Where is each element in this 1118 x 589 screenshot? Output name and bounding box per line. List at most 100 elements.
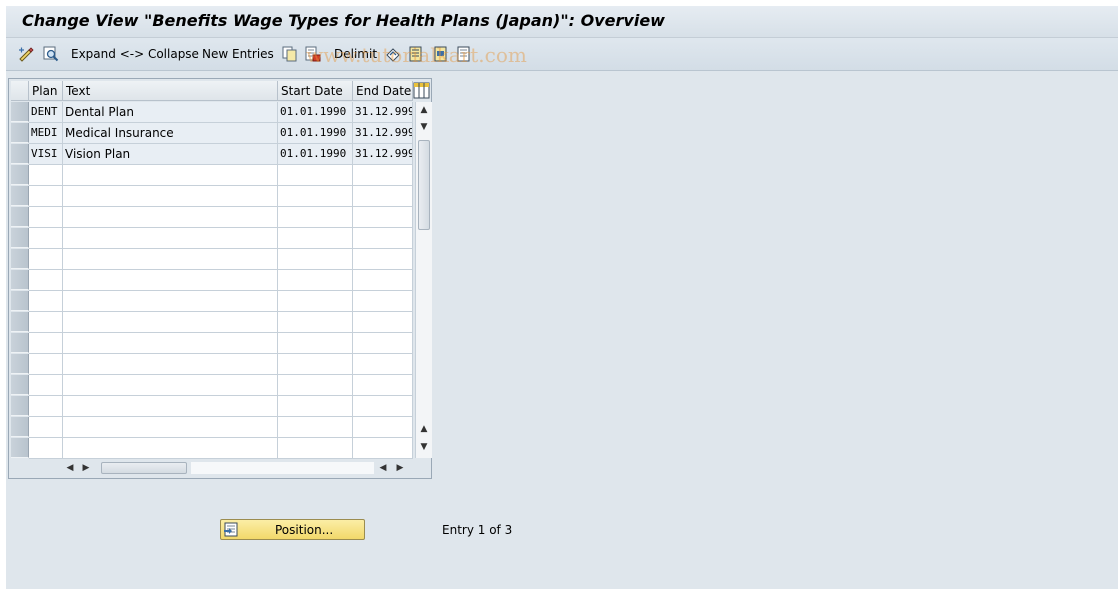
cell-end-date[interactable]: 31.12.9999 [353,144,413,165]
find-icon[interactable] [43,46,59,62]
column-header-text[interactable]: Text [63,81,278,101]
empty-cell[interactable] [63,333,278,354]
scroll-page-down-icon[interactable]: ▼ [416,119,432,135]
empty-cell[interactable] [353,270,413,291]
delete-icon[interactable] [305,46,321,62]
empty-cell[interactable] [353,333,413,354]
empty-cell[interactable] [278,165,353,186]
empty-cell[interactable] [29,186,63,207]
empty-cell[interactable] [278,396,353,417]
row-selector[interactable] [11,207,29,227]
empty-cell[interactable] [29,228,63,249]
copy-as-icon[interactable] [282,46,298,62]
empty-cell[interactable] [278,186,353,207]
horizontal-scroll-track[interactable] [191,462,374,474]
row-selector[interactable] [11,396,29,416]
empty-cell[interactable] [63,228,278,249]
expand-collapse-button[interactable]: Expand <-> Collapse [71,47,199,61]
empty-cell[interactable] [29,354,63,375]
empty-cell[interactable] [278,375,353,396]
select-all-rows-corner[interactable] [11,81,29,101]
cell-start-date[interactable]: 01.01.1990 [278,144,353,165]
position-button[interactable]: Position... [220,519,365,540]
empty-cell[interactable] [63,291,278,312]
table-settings-icon[interactable] [413,82,430,99]
empty-cell[interactable] [29,375,63,396]
row-selector[interactable] [11,102,29,122]
row-selector[interactable] [11,270,29,290]
empty-cell[interactable] [278,312,353,333]
row-selector[interactable] [11,291,29,311]
row-selector[interactable] [11,375,29,395]
empty-cell[interactable] [278,417,353,438]
row-selector[interactable] [11,249,29,269]
scroll-right-icon[interactable]: ▶ [79,460,93,476]
row-selector[interactable] [11,417,29,437]
row-selector[interactable] [11,123,29,143]
scroll-right-end-icon[interactable]: ▶ [393,460,407,476]
empty-cell[interactable] [29,207,63,228]
empty-cell[interactable] [278,291,353,312]
empty-cell[interactable] [278,438,353,459]
empty-cell[interactable] [278,270,353,291]
empty-cell[interactable] [353,186,413,207]
cell-end-date[interactable]: 31.12.9999 [353,102,413,123]
scroll-up-icon[interactable]: ▲ [416,102,432,118]
empty-cell[interactable] [29,165,63,186]
empty-cell[interactable] [353,165,413,186]
cell-plan[interactable]: MEDI [29,123,63,144]
empty-cell[interactable] [353,396,413,417]
empty-cell[interactable] [63,312,278,333]
undo-change-icon[interactable] [385,46,401,62]
display-change-icon[interactable] [18,46,34,62]
empty-cell[interactable] [63,354,278,375]
empty-cell[interactable] [29,396,63,417]
empty-cell[interactable] [353,228,413,249]
cell-plan[interactable]: VISI [29,144,63,165]
scroll-left-icon[interactable]: ◀ [63,460,77,476]
empty-cell[interactable] [353,249,413,270]
cell-text[interactable]: Dental Plan [63,102,278,123]
empty-cell[interactable] [29,438,63,459]
row-selector[interactable] [11,333,29,353]
cell-text[interactable]: Medical Insurance [63,123,278,144]
empty-cell[interactable] [63,207,278,228]
select-all-icon[interactable] [408,46,424,62]
empty-cell[interactable] [29,312,63,333]
cell-end-date[interactable]: 31.12.9999 [353,123,413,144]
empty-cell[interactable] [353,291,413,312]
column-header-plan[interactable]: Plan [29,81,63,101]
horizontal-scrollbar[interactable]: ◀ ▶ ◀ ▶ [63,460,413,476]
empty-cell[interactable] [63,438,278,459]
empty-cell[interactable] [353,207,413,228]
scroll-down-icon[interactable]: ▼ [416,439,432,455]
empty-cell[interactable] [278,354,353,375]
new-entries-button[interactable]: New Entries [202,47,274,61]
empty-cell[interactable] [63,396,278,417]
empty-cell[interactable] [29,291,63,312]
column-header-end-date[interactable]: End Date [353,81,413,101]
row-selector[interactable] [11,228,29,248]
row-selector[interactable] [11,438,29,458]
empty-cell[interactable] [353,438,413,459]
row-selector[interactable] [11,312,29,332]
empty-cell[interactable] [278,333,353,354]
empty-cell[interactable] [353,375,413,396]
empty-cell[interactable] [353,312,413,333]
row-selector[interactable] [11,186,29,206]
scroll-left-end-icon[interactable]: ◀ [376,460,390,476]
delimit-button[interactable]: Delimit [334,47,377,61]
empty-cell[interactable] [63,270,278,291]
empty-cell[interactable] [29,417,63,438]
empty-cell[interactable] [29,333,63,354]
row-selector[interactable] [11,354,29,374]
deselect-all-icon[interactable] [456,46,472,62]
empty-cell[interactable] [63,186,278,207]
select-block-icon[interactable] [433,46,449,62]
row-selector[interactable] [11,144,29,164]
horizontal-scroll-thumb[interactable] [101,462,187,474]
empty-cell[interactable] [29,270,63,291]
vertical-scroll-thumb[interactable] [418,140,430,230]
empty-cell[interactable] [278,228,353,249]
empty-cell[interactable] [63,165,278,186]
